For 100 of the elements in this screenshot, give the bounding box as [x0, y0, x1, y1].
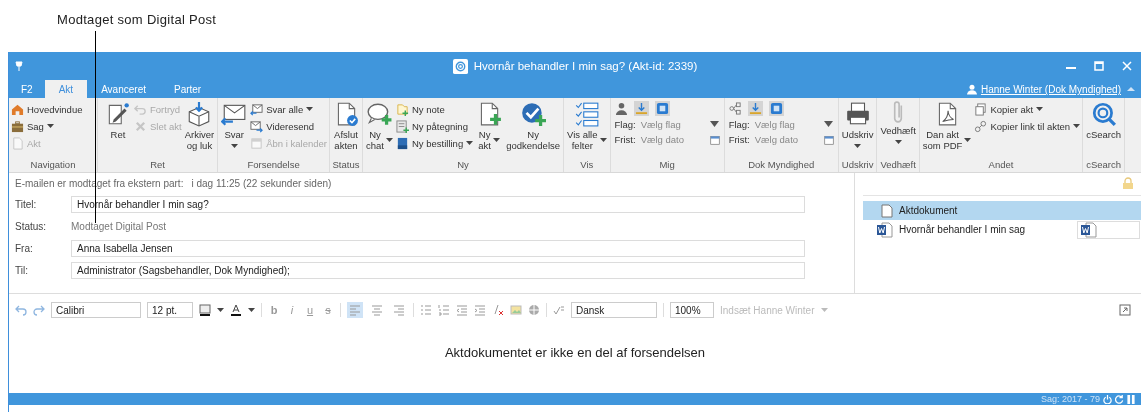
person-icon [966, 84, 977, 95]
document-row[interactable]: Aktdokument [863, 201, 1141, 220]
link-globe-icon[interactable] [528, 304, 540, 316]
calendar-icon [250, 136, 264, 150]
calendar-icon[interactable] [823, 134, 834, 145]
ribbon-button[interactable]: Udskriv [840, 101, 875, 149]
ribbon-button[interactable]: Ny chat [365, 101, 394, 151]
undo-icon[interactable] [15, 304, 27, 316]
spellcheck-icon[interactable] [553, 304, 565, 316]
ribbon-button[interactable]: Dan akt som PDF [921, 101, 973, 151]
caret-icon [46, 123, 54, 129]
input-field[interactable]: Anna Isabella Jensen [71, 239, 805, 257]
ribbon-button[interactable]: Videresend [250, 119, 327, 133]
caret-icon [248, 307, 255, 313]
cross-icon [134, 119, 147, 133]
close-icon[interactable] [1122, 61, 1132, 71]
group-label: Ret [149, 159, 166, 172]
lock-icon [1123, 177, 1133, 189]
search-icon [1090, 101, 1117, 127]
caret-icon [493, 137, 500, 143]
ribbon-button[interactable]: Ret [104, 101, 132, 140]
highlight-icon[interactable] [199, 304, 211, 316]
calendar-icon[interactable] [709, 134, 720, 145]
document-icon [881, 203, 893, 218]
caret-icon [1073, 123, 1081, 129]
caret-icon [306, 106, 314, 112]
language-field[interactable]: Dansk [571, 302, 657, 318]
person-icon [614, 101, 628, 115]
zoom-field[interactable]: 100% [670, 302, 714, 318]
ribbon-button[interactable]: Ny akt [475, 101, 504, 151]
group-label: Andet [987, 159, 1015, 172]
redo-icon[interactable] [33, 304, 45, 316]
image-icon[interactable] [510, 304, 522, 316]
ribbon-button[interactable]: Svar [220, 101, 249, 149]
align-button[interactable] [369, 302, 385, 318]
input-field[interactable]: Administrator (Sagsbehandler, Dok Myndighed); [71, 261, 805, 279]
caret-icon [820, 307, 828, 313]
printer-icon [844, 101, 871, 127]
link-icon [974, 119, 988, 133]
refresh-icon[interactable] [1115, 394, 1124, 404]
field-label: Status: [15, 220, 48, 232]
field-label: Flag: [728, 119, 750, 130]
power-icon[interactable] [1103, 394, 1112, 404]
group-label: Status [331, 159, 361, 172]
expand-icon[interactable] [1119, 304, 1131, 316]
align-center-icon [371, 304, 383, 316]
maximize-icon[interactable] [1094, 61, 1104, 71]
ribbon-button[interactable]: Hovedvindue [11, 102, 83, 116]
share-icon [728, 101, 742, 115]
dropdown-arrow-icon[interactable] [823, 121, 833, 128]
ribbon-button[interactable]: Kopier akt [974, 102, 1081, 116]
document-row[interactable]: Hvornår behandler I min sag [863, 220, 1141, 239]
align-left-icon [349, 304, 361, 316]
clear-format-icon[interactable] [492, 304, 504, 316]
word-document-icon [1081, 221, 1097, 238]
callout-label: Modtaget som Digital Post [57, 12, 217, 27]
word-document-icon [877, 221, 893, 238]
ribbon-button[interactable]: Vedhæft [879, 101, 917, 145]
group-label: Mig [658, 159, 676, 172]
font-field[interactable]: Calibri [51, 302, 141, 318]
ribbon-button[interactable]: Kopier link til akten [974, 119, 1081, 133]
ribbon-button[interactable]: Arkiver og luk [183, 101, 216, 151]
field-label: Frist: [614, 134, 636, 145]
font-size-field[interactable]: 12 pt. [147, 302, 193, 318]
ribbon-button[interactable]: Ny godkendelse [505, 101, 562, 151]
pause-icon[interactable] [1127, 394, 1135, 404]
ribbon-button[interactable]: cSearch [1085, 101, 1122, 140]
dropdown-arrow-icon[interactable] [709, 121, 719, 128]
note-plus-icon [395, 102, 409, 116]
numbered-list-icon[interactable] [438, 304, 450, 316]
copy-icon [974, 102, 988, 116]
window-title: Hvornår behandler I min sag? (Akt-id: 2339) [473, 60, 698, 72]
bullet-list-icon[interactable] [420, 304, 432, 316]
outdent-icon[interactable] [456, 304, 468, 316]
at-sign-icon [452, 58, 468, 74]
ribbon-button[interactable]: Vis alle felter [566, 101, 608, 151]
ribbon-button[interactable]: Ny bestilling [395, 136, 474, 150]
ribbon-button[interactable]: Ny note [395, 102, 474, 116]
field-label: Frist: [728, 134, 750, 145]
chat-plus-icon [366, 101, 393, 127]
checklist-icon [573, 101, 600, 127]
body-text: Aktdokumentet er ikke en del af forsendelsen [444, 345, 706, 360]
field-label: Fra: [15, 242, 34, 254]
group-label: Udskriv [840, 159, 875, 172]
group-label: Navigation [29, 159, 77, 172]
indent-icon[interactable] [474, 304, 486, 316]
ribbon-button[interactable]: Ny påtegning [395, 119, 474, 133]
align-button[interactable] [391, 302, 407, 318]
order-book-icon [395, 136, 409, 150]
status-value: Modtaget Digital Post [71, 220, 167, 232]
field-label: Til: [15, 264, 29, 276]
caret-icon [385, 137, 393, 143]
collapse-icon[interactable] [1127, 86, 1135, 92]
ribbon-button[interactable]: Afslut akten [332, 101, 360, 151]
font-color-icon[interactable] [230, 304, 242, 316]
group-label: Vis [579, 159, 595, 172]
pin-icon[interactable] [15, 61, 23, 71]
briefcase-icon [11, 119, 24, 133]
ribbon-button[interactable]: Sag [11, 119, 83, 133]
ribbon-button[interactable]: Svar alle [250, 102, 327, 116]
